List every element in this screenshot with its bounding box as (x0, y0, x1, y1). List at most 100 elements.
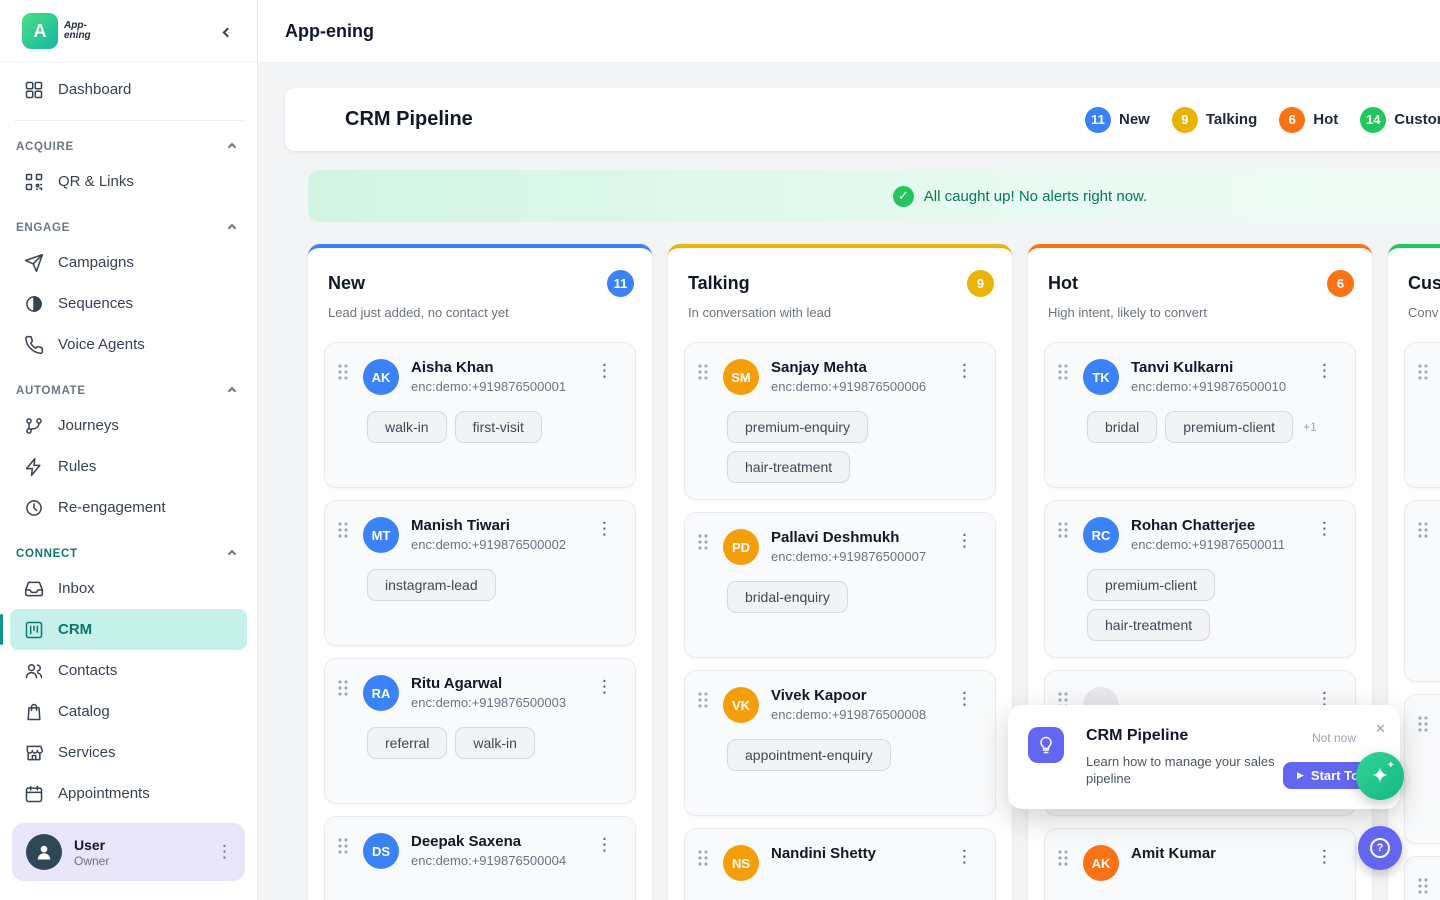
drag-handle-icon[interactable] (1417, 877, 1428, 894)
kanban-icon (24, 620, 44, 640)
sidebar-item-re-engagement[interactable]: Re-engagement (10, 487, 247, 528)
card-menu-button[interactable]: ⋮ (956, 689, 973, 709)
divider (14, 120, 243, 121)
lead-name: Nandini Shetty (771, 845, 876, 862)
card-menu-button[interactable]: ⋮ (956, 847, 973, 867)
sidebar-item-qr-links[interactable]: QR & Links (10, 161, 247, 202)
drag-handle-icon[interactable] (697, 849, 708, 866)
check-circle-icon: ✓ (893, 186, 914, 207)
sidebar-item-label: Campaigns (58, 254, 134, 271)
drag-handle-icon[interactable] (1057, 363, 1068, 380)
section-engage[interactable]: ENGAGE (10, 222, 247, 234)
ai-assistant-button[interactable]: ✦ ✦ (1356, 752, 1404, 800)
lead-card[interactable]: ⋮ SM Sanjay Mehta enc:demo:+919876500006… (684, 342, 996, 500)
stat-label: Hot (1313, 111, 1338, 128)
lead-card[interactable]: ⋮ PD Pallavi Deshmukh enc:demo:+91987650… (684, 512, 996, 658)
sidebar-item-contacts[interactable]: Contacts (10, 650, 247, 691)
column-talking: Talking 9 In conversation with lead ⋮ SM… (668, 244, 1012, 900)
sidebar-item-campaigns[interactable]: Campaigns (10, 242, 247, 283)
lead-card[interactable]: ⋮ NS Nandini Shetty (684, 828, 996, 900)
drag-handle-icon[interactable] (1057, 521, 1068, 538)
card-menu-button[interactable]: ⋮ (596, 677, 613, 697)
drag-handle-icon[interactable] (337, 363, 348, 380)
stat-talking: 9 Talking (1172, 107, 1257, 133)
lead-card[interactable]: ⋮ (1404, 694, 1440, 844)
card-menu-button[interactable]: ⋮ (1316, 361, 1333, 381)
sidebar-item-journeys[interactable]: Journeys (10, 405, 247, 446)
column-subtitle: Conv (1408, 305, 1440, 320)
card-menu-button[interactable]: ⋮ (956, 531, 973, 551)
drag-handle-icon[interactable] (1417, 363, 1428, 380)
user-card[interactable]: User Owner ⋮ (12, 823, 245, 881)
drag-handle-icon[interactable] (1057, 849, 1068, 866)
tag-chip: hair-treatment (727, 451, 850, 483)
lead-name: Aisha Khan (411, 359, 566, 376)
section-connect[interactable]: CONNECT (10, 548, 247, 560)
lead-card[interactable]: ⋮ (1404, 500, 1440, 682)
help-button[interactable]: ? (1358, 826, 1402, 870)
sidebar-item-dashboard[interactable]: Dashboard (10, 69, 247, 110)
sidebar-item-sequences[interactable]: Sequences (10, 283, 247, 324)
tag-chip: bridal (1087, 411, 1157, 443)
drag-handle-icon[interactable] (697, 691, 708, 708)
avatar: RC (1083, 517, 1119, 553)
lead-card[interactable]: ⋮ (1404, 856, 1440, 900)
lead-card[interactable]: ⋮ AK Amit Kumar (1044, 828, 1356, 900)
sidebar-item-crm[interactable]: CRM (10, 609, 247, 650)
drag-handle-icon[interactable] (697, 363, 708, 380)
drag-handle-icon[interactable] (697, 533, 708, 550)
not-now-button[interactable]: Not now (1312, 731, 1356, 745)
sidebar-item-inbox[interactable]: Inbox (10, 568, 247, 609)
lead-card[interactable]: ⋮ RC Rohan Chatterjee enc:demo:+91987650… (1044, 500, 1356, 658)
sidebar-item-label: Voice Agents (58, 336, 145, 353)
drag-handle-icon[interactable] (337, 837, 348, 854)
card-menu-button[interactable]: ⋮ (1316, 519, 1333, 539)
sidebar-item-voice-agents[interactable]: Voice Agents (10, 324, 247, 365)
sidebar-collapse-button[interactable] (218, 18, 237, 45)
avatar: AK (363, 359, 399, 395)
section-acquire[interactable]: ACQUIRE (10, 141, 247, 153)
card-menu-button[interactable]: ⋮ (1316, 847, 1333, 867)
dashboard-icon (24, 80, 44, 100)
column-title: Customer (1408, 273, 1440, 294)
drag-handle-icon[interactable] (1417, 521, 1428, 538)
lead-phone: enc:demo:+919876500002 (411, 537, 566, 552)
lead-card[interactable]: ⋮ AK Aisha Khan enc:demo:+919876500001 w… (324, 342, 636, 488)
tag-chip: hair-treatment (1087, 609, 1210, 641)
sidebar-item-label: Contacts (58, 662, 117, 679)
lead-card[interactable]: ⋮ RA Ritu Agarwal enc:demo:+919876500003… (324, 658, 636, 804)
lead-card[interactable]: ⋮ (1404, 342, 1440, 488)
section-label: CONNECT (16, 548, 78, 560)
tag-chip: bridal-enquiry (727, 581, 848, 613)
app-logo-icon: A (22, 13, 58, 49)
lead-name: Pallavi Deshmukh (771, 529, 926, 546)
lead-card[interactable]: ⋮ VK Vivek Kapoor enc:demo:+919876500008… (684, 670, 996, 816)
sidebar-item-services[interactable]: Services (10, 732, 247, 773)
card-menu-button[interactable]: ⋮ (596, 361, 613, 381)
inbox-icon (24, 579, 44, 599)
lead-name: Ritu Agarwal (411, 675, 566, 692)
user-menu-button[interactable]: ⋮ (216, 842, 233, 862)
drag-handle-icon[interactable] (1417, 715, 1428, 732)
drag-handle-icon[interactable] (337, 521, 348, 538)
stat-count-badge: 14 (1360, 107, 1386, 133)
avatar: SM (723, 359, 759, 395)
avatar: DS (363, 833, 399, 869)
drag-handle-icon[interactable] (337, 679, 348, 696)
lead-phone: enc:demo:+919876500006 (771, 379, 926, 394)
card-menu-button[interactable]: ⋮ (596, 835, 613, 855)
card-menu-button[interactable]: ⋮ (956, 361, 973, 381)
column-count-badge: 9 (967, 270, 994, 297)
avatar: PD (723, 529, 759, 565)
sidebar-item-catalog[interactable]: Catalog (10, 691, 247, 732)
sidebar-item-appointments[interactable]: Appointments (10, 773, 247, 814)
tag-chip: walk-in (455, 727, 535, 759)
section-automate[interactable]: AUTOMATE (10, 385, 247, 397)
lead-card[interactable]: ⋮ DS Deepak Saxena enc:demo:+91987650000… (324, 816, 636, 900)
lead-card[interactable]: ⋮ TK Tanvi Kulkarni enc:demo:+9198765000… (1044, 342, 1356, 488)
section-label: ENGAGE (16, 222, 70, 234)
card-menu-button[interactable]: ⋮ (596, 519, 613, 539)
lead-card[interactable]: ⋮ MT Manish Tiwari enc:demo:+91987650000… (324, 500, 636, 646)
sidebar-item-rules[interactable]: Rules (10, 446, 247, 487)
close-icon[interactable]: ✕ (1375, 721, 1386, 737)
